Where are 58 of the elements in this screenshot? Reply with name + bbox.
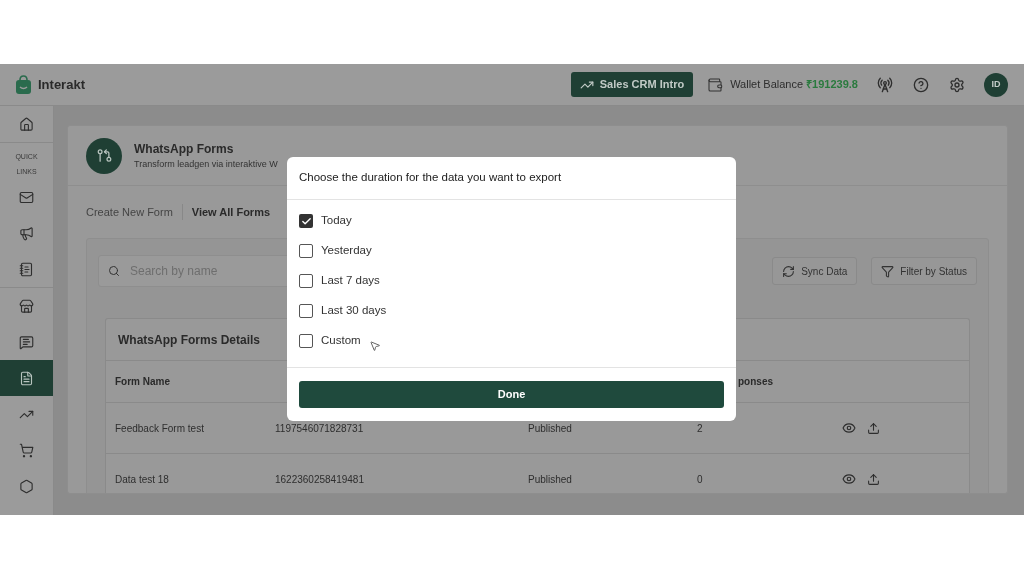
app-name: Interakt <box>38 75 85 94</box>
checkbox[interactable] <box>299 244 313 258</box>
table-cell-text: Published <box>528 472 573 487</box>
cart-icon <box>19 442 34 458</box>
document-icon <box>19 370 34 386</box>
tab[interactable]: View All Forms <box>191 203 271 221</box>
megaphone-icon <box>19 225 34 241</box>
table-cell-text: 2 <box>697 421 704 436</box>
option-label: Last 30 days <box>321 303 387 319</box>
option-label: Custom <box>321 333 361 349</box>
table-cell-text: Data test 18 <box>114 472 170 487</box>
tab[interactable]: Create New Form <box>86 203 173 221</box>
done-button[interactable]: Done <box>299 381 724 408</box>
chat-icon <box>19 334 34 350</box>
toolbar-button[interactable]: Sync Data <box>772 257 858 285</box>
view-icon[interactable] <box>842 472 856 486</box>
cursor-icon <box>368 340 381 352</box>
checkbox[interactable] <box>299 274 313 288</box>
sales-crm-button[interactable]: Sales CRM Intro <box>570 72 694 97</box>
checkbox[interactable] <box>299 304 313 318</box>
table-title: WhatsApp Forms Details <box>118 331 261 349</box>
view-icon[interactable] <box>842 421 856 435</box>
refresh-icon <box>782 264 796 278</box>
store-icon <box>19 298 34 314</box>
wallet-amount: ₹191239.8 <box>806 77 858 93</box>
antenna-icon[interactable] <box>877 76 893 93</box>
table-cell-text: Published <box>528 421 573 436</box>
avatar[interactable]: ID <box>984 72 1008 97</box>
column-header: Form Name <box>114 375 171 389</box>
option-label: Today <box>321 213 352 229</box>
page-subtitle: Transform leadgen via interaktive W <box>134 157 278 171</box>
filter-icon <box>881 264 895 278</box>
table-cell-text: 1197546071828731 <box>275 421 365 436</box>
settings-icon[interactable] <box>949 76 965 93</box>
hexagon-icon <box>19 478 34 494</box>
dialog-title: Choose the duration for the data you want to export <box>299 170 562 186</box>
wallet-label: Wallet Balance <box>730 77 804 93</box>
help-icon[interactable] <box>913 76 929 93</box>
upload-icon[interactable] <box>867 421 880 435</box>
search-icon <box>108 265 120 277</box>
table-cell-text: Feedback Form test <box>114 421 205 436</box>
home-icon <box>19 116 34 132</box>
sidebar-item[interactable] <box>0 360 53 396</box>
checkbox[interactable] <box>299 214 313 228</box>
flow-icon <box>96 148 112 163</box>
check-icon <box>300 215 312 227</box>
notebook-icon <box>19 261 34 277</box>
column-header: ponses <box>737 375 773 389</box>
option-label: Last 7 days <box>321 273 380 289</box>
table-cell-text: 1622360258419481 <box>275 472 365 487</box>
checkbox[interactable] <box>299 334 313 348</box>
logo-icon <box>16 75 31 94</box>
table-cell-text: 0 <box>697 472 704 487</box>
wallet-icon <box>707 76 724 93</box>
toolbar-button[interactable]: Filter by Status <box>871 257 977 285</box>
page-title: WhatsApp Forms <box>134 140 235 158</box>
mail-icon <box>19 189 34 205</box>
upload-icon[interactable] <box>867 472 880 486</box>
